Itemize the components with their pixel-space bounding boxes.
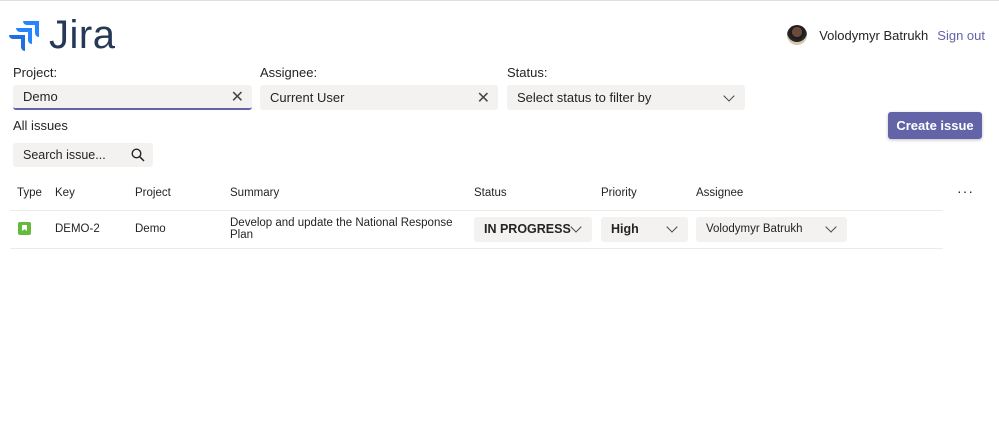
sign-out-link[interactable]: Sign out <box>937 28 985 43</box>
more-options-icon[interactable]: ··· <box>957 183 974 199</box>
column-header: Project <box>134 177 229 211</box>
assignee-filter: Assignee: Current User ✕ <box>260 65 498 110</box>
status-filter: Status: Select status to filter by <box>507 65 745 110</box>
issues-table: Type Key Project Summary Status Priority… <box>10 177 943 249</box>
assignee-value: Volodymyr Batrukh <box>706 223 803 235</box>
status-select[interactable]: IN PROGRESS <box>474 216 592 242</box>
column-header: Summary <box>229 177 473 211</box>
story-icon <box>18 222 31 235</box>
user-area: Volodymyr Batrukh Sign out <box>787 25 985 45</box>
status-dropdown[interactable]: Select status to filter by <box>507 85 745 110</box>
avatar <box>787 25 808 45</box>
status-placeholder: Select status to filter by <box>517 90 652 105</box>
issue-summary: Develop and update the National Response… <box>229 210 473 249</box>
assignee-input[interactable]: Current User ✕ <box>260 85 498 110</box>
priority-value: High <box>611 222 639 236</box>
search-placeholder: Search issue... <box>23 148 106 162</box>
chevron-down-icon <box>666 221 678 233</box>
chevron-down-icon <box>570 221 582 233</box>
project-filter: Project: Demo ✕ <box>13 65 252 110</box>
column-header: Priority <box>600 177 695 211</box>
logo-text: Jira <box>49 13 116 57</box>
jira-logo: Jira <box>9 13 115 58</box>
assignee-label: Assignee: <box>260 65 318 80</box>
project-label: Project: <box>13 65 58 80</box>
status-label: Status: <box>507 65 548 80</box>
issue-project: Demo <box>134 210 229 249</box>
project-value: Demo <box>23 89 58 104</box>
status-value: IN PROGRESS <box>484 222 571 236</box>
chevron-down-icon <box>723 89 735 102</box>
project-input[interactable]: Demo ✕ <box>13 85 252 110</box>
assignee-select[interactable]: Volodymyr Batrukh <box>696 216 847 242</box>
search-input[interactable]: Search issue... <box>13 143 153 167</box>
assignee-value: Current User <box>270 90 345 105</box>
page-title: All issues <box>13 118 68 133</box>
create-issue-button[interactable]: Create issue <box>888 112 982 139</box>
clear-icon[interactable]: ✕ <box>231 87 244 107</box>
jira-logo-icon <box>9 20 39 51</box>
table-header: Type Key Project Summary Status Priority… <box>10 177 943 211</box>
column-header: Type <box>10 177 54 211</box>
chevron-down-icon <box>825 221 837 233</box>
issue-key[interactable]: DEMO-2 <box>54 210 134 249</box>
table-row[interactable]: DEMO-2 Demo Develop and update the Natio… <box>10 210 943 249</box>
priority-select[interactable]: High <box>601 216 688 242</box>
user-name: Volodymyr Batrukh <box>819 27 929 43</box>
search-icon[interactable] <box>131 148 145 162</box>
column-header: Status <box>473 177 600 211</box>
column-header: Assignee <box>695 177 943 211</box>
clear-icon[interactable]: ✕ <box>477 88 490 108</box>
column-header: Key <box>54 177 134 211</box>
